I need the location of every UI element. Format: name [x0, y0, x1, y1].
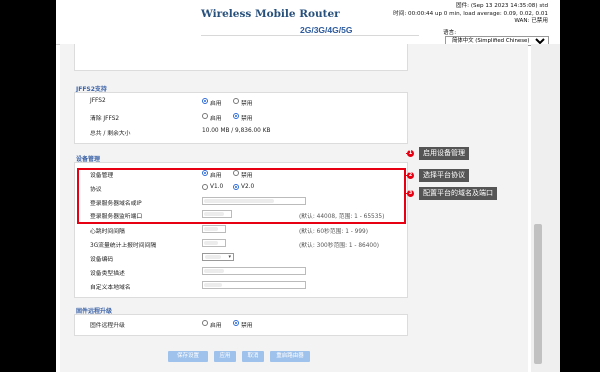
traffic-interval-label: 3G流量统计上报时间间隔 — [90, 243, 157, 249]
jffs2-clear-enable-label: 启用 — [210, 116, 222, 122]
jffs2-clear-disable-radio[interactable] — [233, 113, 239, 119]
upgrade-disable-radio[interactable] — [233, 320, 239, 326]
traffic-interval-input[interactable] — [202, 239, 226, 247]
heartbeat-input[interactable] — [202, 225, 226, 233]
blurred-value — [204, 269, 224, 273]
annotation-number-3: 3 — [407, 190, 414, 197]
wan-status: WAN: 已禁用 — [514, 18, 548, 25]
highlight-box — [77, 168, 406, 224]
annotation-callout-1: 启用设备管理 — [419, 147, 469, 160]
local-domain-label: 自定义本地域名 — [90, 285, 131, 291]
annotation-number-1: 1 — [407, 150, 414, 157]
jffs2-clear-label: 清除 JFFS2 — [90, 116, 120, 122]
left-black-margin — [0, 0, 56, 372]
jffs2-clear-disable-label: 禁用 — [241, 116, 253, 122]
jffs-total-label: 总共 / 剩余大小 — [90, 131, 131, 137]
status-info: 固件: (Sep 13 2023 14:35:08) std 时间: 00:00… — [378, 3, 548, 26]
page-header: Wireless Mobile Router 2G/3G/4G/5G 固件: (… — [56, 0, 560, 46]
upgrade-label: 固件远程升级 — [90, 323, 125, 329]
upgrade-enable-label: 启用 — [210, 323, 222, 329]
jffs2-label: JFFS2 — [90, 98, 106, 104]
upgrade-disable-label: 禁用 — [241, 323, 253, 329]
firmware-text: 固件: (Sep 13 2023 14:35:08) std — [455, 3, 548, 9]
chevron-down-icon: ▾ — [228, 254, 231, 260]
local-domain-input[interactable] — [202, 281, 306, 289]
jffs2-enable-radio[interactable] — [202, 98, 208, 104]
device-type-label: 设备类型描述 — [90, 271, 125, 277]
cancel-button[interactable]: 取消 — [242, 351, 264, 362]
reboot-router-button[interactable]: 重启路由器 — [270, 351, 310, 362]
jffs2-disable-label: 禁用 — [241, 101, 253, 107]
annotation-number-2: 2 — [407, 172, 414, 179]
jffs2-disable-radio[interactable] — [233, 98, 239, 104]
jffs2-enable-label: 启用 — [210, 101, 222, 107]
traffic-interval-hint: (默认: 300秒范围: 1 - 86400) — [299, 243, 380, 249]
annotation-callout-2: 选择平台协议 — [419, 169, 469, 182]
blurred-value — [204, 241, 218, 245]
apply-button[interactable]: 应用 — [214, 351, 236, 362]
jffs2-clear-enable-radio[interactable] — [202, 113, 208, 119]
save-settings-button[interactable]: 保存设置 — [168, 351, 208, 362]
blurred-value — [204, 283, 222, 287]
right-black-margin — [560, 0, 600, 372]
heartbeat-label: 心跳时间间隔 — [90, 229, 125, 235]
jffs-total-value: 10.00 MB / 9,836.00 KB — [202, 128, 271, 134]
brand-underline — [201, 35, 419, 36]
previous-section-box — [74, 44, 408, 71]
brand-title: Wireless Mobile Router — [201, 8, 340, 20]
blurred-value — [205, 255, 221, 259]
heartbeat-hint: (默认: 60秒范围: 1 - 999) — [299, 229, 369, 235]
scrollbar-thumb[interactable] — [534, 224, 542, 364]
upgrade-enable-radio[interactable] — [202, 320, 208, 326]
annotation-callout-3: 配置平台的域名及端口 — [419, 187, 497, 200]
device-type-input[interactable] — [202, 267, 306, 275]
device-encoding-label: 设备编码 — [90, 257, 114, 263]
device-encoding-select[interactable]: ▾ — [202, 253, 234, 261]
blurred-value — [204, 227, 218, 231]
brand-subtitle: 2G/3G/4G/5G — [300, 25, 353, 35]
